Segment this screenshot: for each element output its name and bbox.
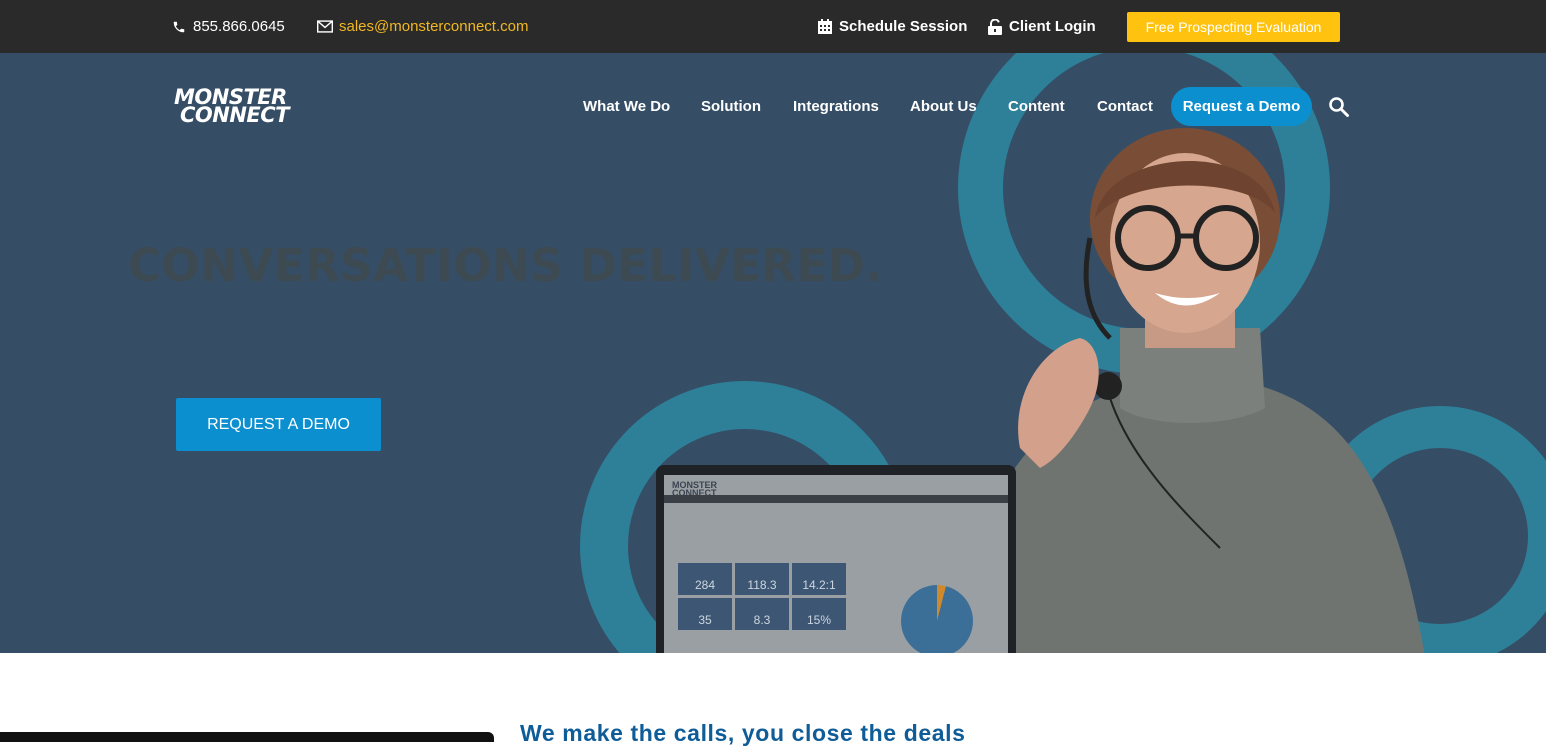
nav-integrations[interactable]: Integrations (793, 86, 879, 126)
nav-about-us[interactable]: About Us (910, 86, 977, 126)
client-login-label: Client Login (1009, 18, 1096, 35)
nav-what-we-do[interactable]: What We Do (583, 86, 670, 126)
schedule-session-label: Schedule Session (839, 18, 968, 35)
hero-headline: CONVERSATIONS DELIVERED. (128, 239, 884, 292)
stat-tile: 15% (792, 598, 846, 630)
stat-tile: 284 (678, 563, 732, 595)
email-link[interactable]: sales@monsterconnect.com (317, 0, 528, 53)
envelope-icon (317, 19, 333, 35)
section-heading: We make the calls, you close the deals (520, 720, 966, 746)
screen-menu-bar (664, 495, 1008, 503)
dashboard-screenshot: MONSTER CONNECT 284 118.3 14.2:1 35 8.3 … (664, 475, 1008, 653)
free-evaluation-button[interactable]: Free Prospecting Evaluation (1127, 12, 1340, 42)
phone-icon (171, 19, 187, 35)
calendar-icon (817, 19, 833, 35)
client-login-link[interactable]: Client Login (987, 0, 1096, 53)
stat-tile: 35 (678, 598, 732, 630)
stat-tile: 14.2:1 (792, 563, 846, 595)
unlock-icon (987, 18, 1003, 35)
nav-content[interactable]: Content (1008, 86, 1065, 126)
logo-line2: CONNECT (180, 103, 290, 127)
phone-number: 855.866.0645 (193, 18, 285, 35)
laptop-image: MONSTER CONNECT 284 118.3 14.2:1 35 8.3 … (656, 465, 1016, 653)
request-demo-hero-button[interactable]: REQUEST A DEMO (176, 398, 381, 451)
phone-link[interactable]: 855.866.0645 (171, 0, 285, 53)
monsterconnect-logo[interactable]: MONSTER CONNECT (174, 87, 334, 127)
stat-tile: 8.3 (735, 598, 789, 630)
pie-chart (901, 585, 973, 653)
nav-contact[interactable]: Contact (1097, 86, 1153, 126)
search-icon[interactable] (1328, 96, 1350, 118)
stat-tiles: 284 118.3 14.2:1 35 8.3 15% (678, 563, 846, 630)
nav-solution[interactable]: Solution (701, 86, 761, 126)
stat-tile: 118.3 (735, 563, 789, 595)
video-frame (0, 732, 494, 742)
email-address: sales@monsterconnect.com (339, 18, 529, 35)
hero-section: MONSTER CONNECT 284 118.3 14.2:1 35 8.3 … (0, 53, 1546, 653)
top-bar: 855.866.0645 sales@monsterconnect.com Sc… (0, 0, 1546, 53)
request-demo-nav-button[interactable]: Request a Demo (1171, 87, 1312, 126)
schedule-session-link[interactable]: Schedule Session (817, 0, 967, 53)
